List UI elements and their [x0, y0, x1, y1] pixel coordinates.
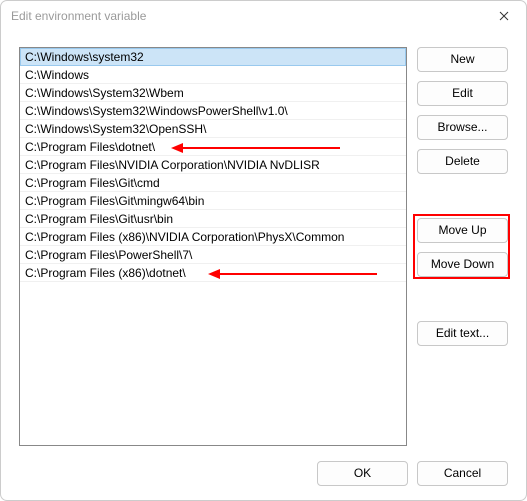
window-title: Edit environment variable	[11, 9, 146, 23]
list-item[interactable]: C:\Program Files (x86)\NVIDIA Corporatio…	[20, 228, 406, 246]
list-item[interactable]: C:\Windows\system32	[20, 48, 406, 66]
edit-button[interactable]: Edit	[417, 81, 508, 106]
list-item[interactable]: C:\Program Files\Git\usr\bin	[20, 210, 406, 228]
list-item[interactable]: C:\Windows\System32\OpenSSH\	[20, 120, 406, 138]
list-item[interactable]: C:\Windows\System32\WindowsPowerShell\v1…	[20, 102, 406, 120]
side-button-panel: New Edit Browse... Delete Move Up Move D…	[417, 47, 508, 446]
ok-button[interactable]: OK	[317, 461, 408, 486]
new-button[interactable]: New	[417, 47, 508, 72]
titlebar: Edit environment variable	[1, 1, 526, 31]
move-down-button[interactable]: Move Down	[417, 252, 508, 277]
content-area: C:\Windows\system32C:\WindowsC:\Windows\…	[19, 47, 508, 446]
cancel-button[interactable]: Cancel	[417, 461, 508, 486]
list-item[interactable]: C:\Windows\System32\Wbem	[20, 84, 406, 102]
path-listbox[interactable]: C:\Windows\system32C:\WindowsC:\Windows\…	[19, 47, 407, 446]
list-item[interactable]: C:\Windows	[20, 66, 406, 84]
bottom-button-bar: OK Cancel	[317, 461, 508, 486]
list-item[interactable]: C:\Program Files\dotnet\	[20, 138, 406, 156]
delete-button[interactable]: Delete	[417, 149, 508, 174]
close-button[interactable]	[482, 1, 526, 31]
browse-button[interactable]: Browse...	[417, 115, 508, 140]
close-icon	[499, 11, 509, 21]
move-up-button[interactable]: Move Up	[417, 218, 508, 243]
list-item[interactable]: C:\Program Files\PowerShell\7\	[20, 246, 406, 264]
list-item[interactable]: C:\Program Files\Git\mingw64\bin	[20, 192, 406, 210]
edit-text-button[interactable]: Edit text...	[417, 321, 508, 346]
list-item[interactable]: C:\Program Files (x86)\dotnet\	[20, 264, 406, 282]
list-item[interactable]: C:\Program Files\NVIDIA Corporation\NVID…	[20, 156, 406, 174]
list-item[interactable]: C:\Program Files\Git\cmd	[20, 174, 406, 192]
